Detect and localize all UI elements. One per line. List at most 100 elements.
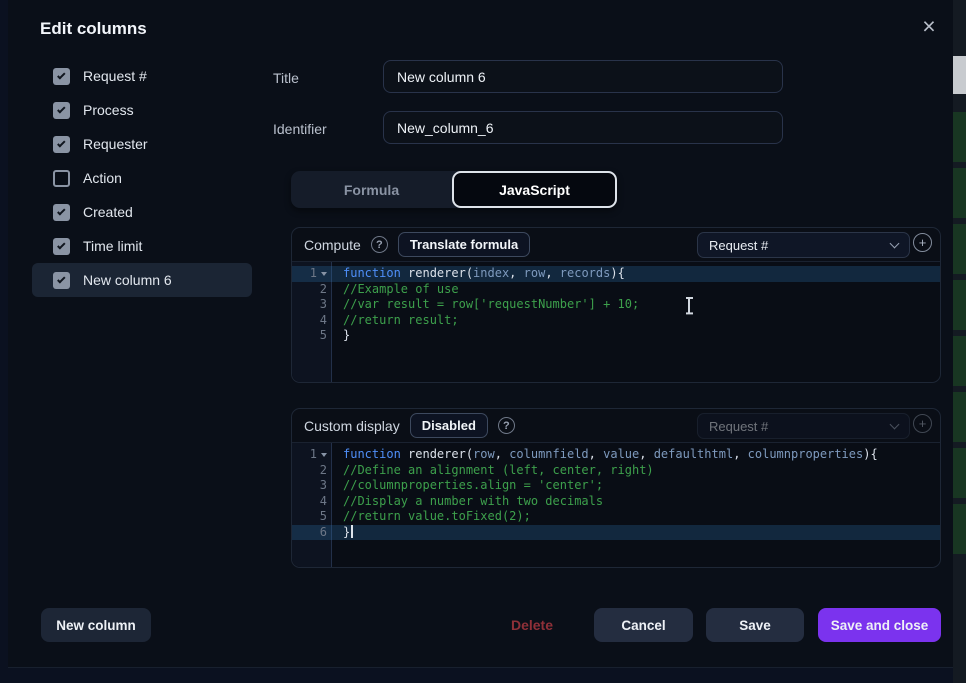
- code-line[interactable]: 1function renderer(row, columnfield, val…: [292, 447, 940, 463]
- title-label: Title: [273, 70, 299, 86]
- screen: Edit columns × Request # Process Requester…: [0, 0, 966, 683]
- fold-arrow-icon[interactable]: [321, 453, 327, 457]
- checkbox[interactable]: [53, 102, 70, 119]
- help-icon[interactable]: ?: [371, 236, 388, 253]
- code-text: //Define an alignment (left, center, rig…: [332, 463, 654, 479]
- column-list-item[interactable]: New column 6: [32, 263, 252, 297]
- line-number: 2: [292, 282, 332, 298]
- add-column-icon[interactable]: +: [913, 233, 932, 252]
- column-list-item[interactable]: Created: [32, 195, 252, 229]
- line-number: 3: [292, 297, 332, 313]
- tab-formula[interactable]: Formula: [291, 171, 452, 208]
- identifier-input[interactable]: [383, 111, 783, 144]
- compute-header: Compute ? Translate formula Request # +: [292, 228, 940, 261]
- custom-display-header: Custom display Disabled ? Request # +: [292, 409, 940, 442]
- check-icon: [57, 275, 65, 283]
- checkbox[interactable]: [53, 204, 70, 221]
- line-number: 6: [292, 525, 332, 541]
- custom-display-panel: Custom display Disabled ? Request # + 1f…: [291, 408, 941, 568]
- compute-label: Compute: [304, 237, 361, 253]
- check-icon: [57, 241, 65, 249]
- background-block: [953, 224, 966, 274]
- code-line[interactable]: 2//Define an alignment (left, center, ri…: [292, 463, 940, 479]
- fold-arrow-icon[interactable]: [321, 272, 327, 276]
- custom-display-label: Custom display: [304, 418, 400, 434]
- background-block: [953, 336, 966, 386]
- checkbox[interactable]: [53, 272, 70, 289]
- save-button[interactable]: Save: [706, 608, 804, 642]
- background-block: [953, 392, 966, 442]
- edit-columns-modal: Edit columns × Request # Process Requester…: [8, 0, 953, 668]
- new-column-button[interactable]: New column: [41, 608, 151, 642]
- code-line[interactable]: 5}: [292, 328, 940, 344]
- save-and-close-button[interactable]: Save and close: [818, 608, 941, 642]
- column-label: New column 6: [83, 272, 172, 288]
- code-text: function renderer(index, row, records){: [332, 266, 625, 282]
- code-line[interactable]: 1function renderer(index, row, records){: [292, 266, 940, 282]
- line-number: 4: [292, 313, 332, 329]
- column-list-item[interactable]: Requester: [32, 127, 252, 161]
- text-caret: [351, 525, 353, 538]
- code-line[interactable]: 3//var result = row['requestNumber'] + 1…: [292, 297, 940, 313]
- checkbox[interactable]: [53, 68, 70, 85]
- column-label: Action: [83, 170, 122, 186]
- background-block: [953, 504, 966, 554]
- cancel-button[interactable]: Cancel: [594, 608, 693, 642]
- compute-code-editor[interactable]: 1function renderer(index, row, records){…: [292, 261, 940, 382]
- code-text: //return value.toFixed(2);: [332, 509, 531, 525]
- tab-javascript[interactable]: JavaScript: [452, 171, 617, 208]
- compute-code-lines: 1function renderer(index, row, records){…: [292, 266, 940, 344]
- background-block: [953, 168, 966, 218]
- background-block: [953, 448, 966, 498]
- column-list-item[interactable]: Process: [32, 93, 252, 127]
- code-line[interactable]: 2//Example of use: [292, 282, 940, 298]
- code-text: //return result;: [332, 313, 459, 329]
- code-text: //var result = row['requestNumber'] + 10…: [332, 297, 639, 313]
- line-number: 1: [292, 266, 332, 282]
- check-icon: [57, 71, 65, 79]
- custom-display-column-dropdown: Request #: [697, 413, 910, 439]
- custom-display-code-editor[interactable]: 1function renderer(row, columnfield, val…: [292, 442, 940, 567]
- translate-formula-button[interactable]: Translate formula: [398, 232, 530, 257]
- background-block: [953, 280, 966, 330]
- close-icon[interactable]: ×: [914, 11, 944, 41]
- checkbox[interactable]: [53, 136, 70, 153]
- delete-button[interactable]: Delete: [502, 608, 562, 642]
- chevron-down-icon: [890, 239, 900, 249]
- identifier-label: Identifier: [273, 121, 327, 137]
- column-list-item[interactable]: Action: [32, 161, 252, 195]
- background-block: [953, 112, 966, 162]
- code-text: }: [332, 328, 350, 344]
- column-label: Requester: [83, 136, 148, 152]
- code-line[interactable]: 3//columnproperties.align = 'center';: [292, 478, 940, 494]
- column-label: Process: [83, 102, 134, 118]
- code-line[interactable]: 4//Display a number with two decimals: [292, 494, 940, 510]
- help-icon[interactable]: ?: [498, 417, 515, 434]
- title-input[interactable]: [383, 60, 783, 93]
- check-icon: [57, 139, 65, 147]
- line-number: 2: [292, 463, 332, 479]
- columns-list: Request # Process Requester Action Created Ti…: [32, 59, 252, 297]
- code-text: //Display a number with two decimals: [332, 494, 603, 510]
- compute-column-dropdown[interactable]: Request #: [697, 232, 910, 258]
- line-number: 3: [292, 478, 332, 494]
- add-column-icon: +: [913, 414, 932, 433]
- code-line[interactable]: 5//return value.toFixed(2);: [292, 509, 940, 525]
- modal-title: Edit columns: [40, 19, 147, 39]
- code-line[interactable]: 6}: [292, 525, 940, 541]
- checkbox[interactable]: [53, 238, 70, 255]
- line-number: 5: [292, 509, 332, 525]
- code-text: //Example of use: [332, 282, 459, 298]
- column-list-item[interactable]: Request #: [32, 59, 252, 93]
- disabled-toggle-button[interactable]: Disabled: [410, 413, 488, 438]
- column-list-item[interactable]: Time limit: [32, 229, 252, 263]
- mode-tabs: FormulaJavaScript: [291, 171, 617, 208]
- line-number: 4: [292, 494, 332, 510]
- code-text: }: [332, 525, 353, 541]
- line-number: 5: [292, 328, 332, 344]
- checkbox[interactable]: [53, 170, 70, 187]
- check-icon: [57, 105, 65, 113]
- code-line[interactable]: 4//return result;: [292, 313, 940, 329]
- column-label: Time limit: [83, 238, 142, 254]
- dropdown-value: Request #: [709, 419, 768, 434]
